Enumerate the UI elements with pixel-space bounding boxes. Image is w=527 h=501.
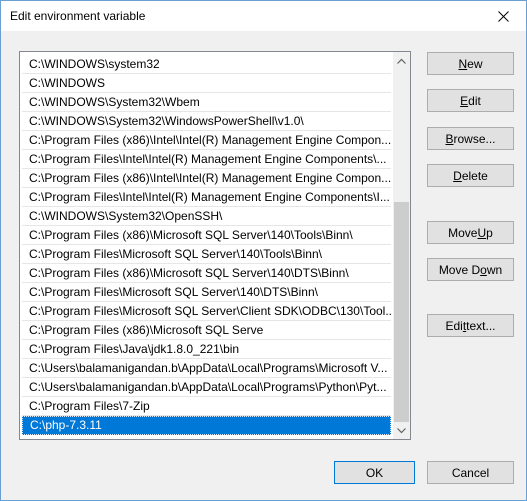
list-item[interactable]: C:\Program Files (x86)\Intel\Intel(R) Ma… — [22, 169, 391, 188]
scroll-thumb[interactable] — [394, 202, 409, 422]
list-item[interactable]: C:\Program Files (x86)\Microsoft SQL Ser… — [22, 321, 391, 340]
edit-text-button[interactable]: Edi t text... — [427, 314, 514, 337]
list-item[interactable]: C:\Program Files\Intel\Intel(R) Manageme… — [22, 188, 391, 207]
list-item[interactable]: C:\WINDOWS\system32 — [22, 55, 391, 74]
list-item[interactable]: C:\WINDOWS\System32\Wbem — [22, 93, 391, 112]
path-list: C:\WINDOWS\system32 C:\WINDOWS C:\WINDOWS\… — [20, 52, 393, 439]
list-item[interactable]: C:\WINDOWS\System32\WindowsPowerShell\v1… — [22, 112, 391, 131]
list-item[interactable]: C:\Program Files\Intel\Intel(R) Manageme… — [22, 150, 391, 169]
delete-button[interactable]: Delete — [427, 164, 514, 187]
chevron-down-icon — [397, 427, 406, 433]
list-item[interactable]: C:\Program Files\Java\jdk1.8.0_221\bin — [22, 340, 391, 359]
edit-button[interactable]: Edit — [427, 89, 514, 112]
list-item[interactable]: C:\WINDOWS — [22, 74, 391, 93]
list-item[interactable]: C:\Program Files (x86)\Microsoft SQL Ser… — [22, 226, 391, 245]
vertical-scrollbar[interactable] — [393, 52, 410, 439]
window-title: Edit environment variable — [10, 9, 146, 23]
list-item[interactable]: C:\Users\balamanigandan.b\AppData\Local\… — [22, 378, 391, 397]
list-item[interactable]: C:\Program Files\7-Zip — [22, 397, 391, 416]
list-item[interactable]: C:\Program Files\Microsoft SQL Server\14… — [22, 283, 391, 302]
list-item[interactable]: C:\Program Files\Microsoft SQL Server\Cl… — [22, 302, 391, 321]
list-item-selected[interactable]: C:\php-7.3.11 — [22, 416, 391, 435]
title-bar[interactable]: Edit environment variable — [1, 1, 526, 31]
close-icon — [497, 10, 509, 22]
edit-env-variable-dialog: Edit environment variable C:\WINDOWS\sys… — [0, 0, 527, 501]
list-item[interactable]: C:\Users\balamanigandan.b\AppData\Local\… — [22, 359, 391, 378]
new-button[interactable]: New — [427, 52, 514, 75]
browse-button[interactable]: Browse... — [427, 127, 514, 150]
close-button[interactable] — [480, 1, 526, 31]
list-item[interactable]: C:\Program Files\Microsoft SQL Server\14… — [22, 245, 391, 264]
move-up-button[interactable]: Move Up — [427, 221, 514, 244]
list-item[interactable]: C:\Program Files (x86)\Microsoft SQL Ser… — [22, 264, 391, 283]
scroll-up-button[interactable] — [393, 52, 410, 69]
scroll-down-button[interactable] — [393, 422, 410, 439]
move-down-button[interactable]: Move Do wn — [427, 258, 514, 281]
cancel-button[interactable]: Cancel — [427, 461, 514, 484]
chevron-up-icon — [397, 58, 406, 64]
list-item[interactable]: C:\WINDOWS\System32\OpenSSH\ — [22, 207, 391, 226]
path-listbox[interactable]: C:\WINDOWS\system32 C:\WINDOWS C:\WINDOWS\… — [19, 51, 411, 440]
list-item[interactable]: C:\Program Files (x86)\Intel\Intel(R) Ma… — [22, 131, 391, 150]
ok-button[interactable]: OK — [334, 461, 415, 484]
